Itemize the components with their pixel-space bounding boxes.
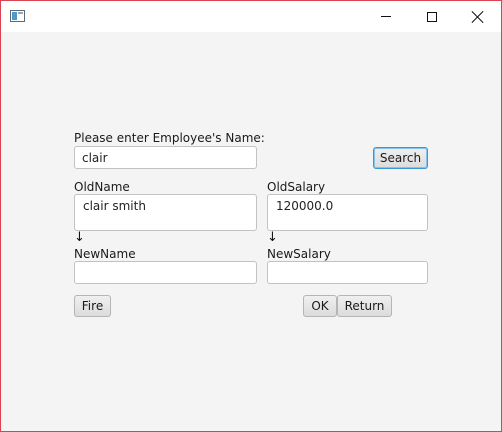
minimize-icon — [381, 16, 391, 17]
return-button[interactable]: Return — [337, 295, 392, 317]
app-icon — [10, 10, 25, 22]
close-icon — [472, 11, 484, 23]
application-window: Please enter Employee's Name: Search Old… — [0, 0, 502, 432]
maximize-button[interactable] — [409, 1, 455, 32]
new-name-label: NewName — [74, 247, 136, 261]
minimize-button[interactable] — [363, 1, 409, 32]
down-arrow-icon: ↓ — [267, 230, 278, 245]
title-bar[interactable] — [1, 1, 501, 32]
new-salary-input[interactable] — [267, 261, 428, 284]
employee-name-prompt: Please enter Employee's Name: — [74, 131, 265, 145]
old-salary-field[interactable]: 120000.0 — [267, 194, 428, 231]
new-name-input[interactable] — [74, 261, 257, 284]
old-name-field[interactable]: clair smith — [74, 194, 257, 231]
maximize-icon — [427, 11, 437, 22]
new-salary-label: NewSalary — [267, 247, 331, 261]
fire-button[interactable]: Fire — [74, 295, 111, 317]
old-name-label: OldName — [74, 180, 130, 194]
down-arrow-icon: ↓ — [74, 230, 85, 245]
search-button[interactable]: Search — [373, 147, 428, 169]
old-salary-label: OldSalary — [267, 180, 326, 194]
employee-name-input[interactable] — [74, 146, 257, 169]
close-button[interactable] — [455, 1, 501, 32]
ok-button[interactable]: OK — [303, 295, 337, 317]
